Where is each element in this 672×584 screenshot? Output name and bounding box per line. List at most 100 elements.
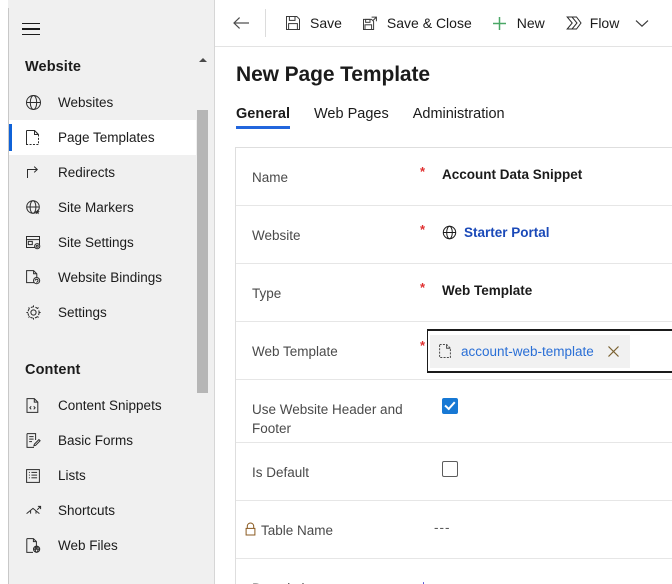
- back-arrow-icon[interactable]: [221, 3, 261, 43]
- command-bar: Save Save & Close: [215, 0, 672, 47]
- form-row-use-website-header-and-footer: Use Website Header and Footer: [236, 380, 672, 443]
- chevron-down-icon[interactable]: [628, 4, 656, 42]
- sidebar-nav: Website Websites: [9, 49, 215, 584]
- description-value[interactable]: ---: [442, 559, 672, 584]
- page-title: New Page Template: [215, 47, 672, 87]
- sidebar-scrollbar[interactable]: [196, 52, 208, 584]
- name-field-value[interactable]: Account Data Snippet: [442, 148, 672, 182]
- required-marker: [420, 380, 442, 398]
- form-row-web-template: Web Template * account-web-template: [236, 322, 672, 380]
- field-label: Name: [252, 148, 420, 187]
- save-button[interactable]: Save: [274, 4, 351, 42]
- is-default-checkbox[interactable]: [442, 461, 458, 477]
- form-row-type: Type * Web Template: [236, 264, 672, 322]
- tab-web-pages[interactable]: Web Pages: [314, 106, 389, 129]
- lookup-chip[interactable]: account-web-template: [430, 335, 630, 368]
- save-and-close-button-label: Save & Close: [387, 15, 472, 31]
- tab-list: General Web Pages Administration: [215, 99, 672, 129]
- form-row-website: Website * Starter Portal: [236, 206, 672, 264]
- sidebar-item-page-templates[interactable]: Page Templates: [9, 120, 201, 155]
- field-label: Use Website Header and Footer: [252, 380, 420, 438]
- field-label: Is Default: [252, 443, 420, 482]
- save-button-label: Save: [310, 15, 342, 31]
- sidebar-item-shortcuts[interactable]: Shortcuts: [9, 493, 201, 528]
- sidebar-item-content-snippets[interactable]: Content Snippets: [9, 388, 201, 423]
- sidebar-item-label: Content Snippets: [58, 399, 162, 413]
- website-field-value[interactable]: Starter Portal: [442, 206, 672, 240]
- sidebar-item-lists[interactable]: Lists: [9, 458, 201, 493]
- sidebar-item-site-settings[interactable]: Site Settings: [9, 225, 201, 260]
- web-file-icon: [25, 537, 47, 555]
- tab-general[interactable]: General: [236, 106, 290, 129]
- sidebar-item-basic-forms[interactable]: Basic Forms: [9, 423, 201, 458]
- web-template-field: account-web-template: [442, 322, 672, 344]
- flow-icon: [563, 13, 583, 33]
- use-website-header-footer-checkbox-cell: [442, 380, 672, 414]
- command-bar-divider: [265, 9, 266, 37]
- close-icon[interactable]: [600, 336, 628, 366]
- new-button-label: New: [517, 15, 545, 31]
- form-edit-icon: [25, 432, 47, 450]
- sidebar-item-label: Redirects: [58, 166, 115, 180]
- template-file-icon: [438, 343, 453, 359]
- flow-button[interactable]: Flow: [554, 4, 629, 42]
- form-row-is-default: Is Default: [236, 443, 672, 501]
- form-card: Name * Account Data Snippet Website * St…: [235, 147, 672, 584]
- required-marker: *: [420, 148, 442, 178]
- sidebar-item-label: Lists: [58, 469, 86, 483]
- table-name-label-text: Table Name: [261, 521, 333, 540]
- sidebar-item-label: Page Templates: [58, 131, 155, 145]
- sidebar-item-websites[interactable]: Websites: [9, 85, 201, 120]
- is-default-checkbox-cell: [442, 443, 672, 477]
- site-settings-icon: [25, 234, 47, 252]
- scroll-up-arrow[interactable]: [197, 52, 208, 68]
- sidebar-item-settings[interactable]: Settings: [9, 295, 201, 330]
- globe-icon: [442, 225, 457, 240]
- sidebar-item-label: Site Settings: [58, 236, 134, 250]
- save-close-icon: [360, 13, 380, 33]
- website-bindings-icon: [25, 269, 47, 287]
- field-label: Description: [252, 559, 420, 584]
- use-website-header-footer-checkbox[interactable]: [442, 398, 458, 414]
- globe-icon: [25, 94, 47, 112]
- required-marker: [420, 443, 442, 461]
- tab-administration[interactable]: Administration: [413, 106, 505, 129]
- sidebar-item-label: Web Files: [58, 539, 118, 553]
- redirect-arrow-icon: [25, 164, 47, 182]
- field-label: Web Template: [252, 322, 420, 361]
- sidebar-item-web-files[interactable]: Web Files: [9, 528, 201, 563]
- page-template-icon: [25, 129, 47, 147]
- sidebar-item-label: Websites: [58, 96, 113, 110]
- app-window: Website Websites: [0, 0, 672, 584]
- sidebar-item-label: Settings: [58, 306, 107, 320]
- sidebar-item-site-markers[interactable]: Site Markers: [9, 190, 201, 225]
- required-marker: *: [420, 264, 442, 294]
- field-label: Website: [252, 206, 420, 245]
- lock-icon: [244, 522, 257, 536]
- gear-icon: [25, 304, 47, 322]
- website-link-text: Starter Portal: [464, 225, 550, 240]
- required-marker: [412, 501, 434, 519]
- nav-group-title-content: Content: [9, 352, 201, 388]
- field-label: Type: [252, 264, 420, 303]
- sidebar-header: [9, 9, 214, 49]
- sidebar-item-website-bindings[interactable]: Website Bindings: [9, 260, 201, 295]
- type-field-value[interactable]: Web Template: [442, 264, 672, 298]
- required-marker: *: [420, 206, 442, 236]
- hamburger-icon[interactable]: [9, 9, 53, 49]
- web-template-lookup-input[interactable]: account-web-template: [427, 329, 672, 373]
- save-and-close-button[interactable]: Save & Close: [351, 4, 481, 42]
- save-icon: [283, 13, 303, 33]
- lookup-chip-text: account-web-template: [461, 344, 594, 359]
- plus-icon: [490, 13, 510, 33]
- sidebar-item-label: Site Markers: [58, 201, 134, 215]
- new-button[interactable]: New: [481, 4, 554, 42]
- sidebar-item-label: Website Bindings: [58, 271, 162, 285]
- sidebar: Website Websites: [0, 0, 215, 584]
- shortcut-icon: [25, 502, 47, 520]
- sidebar-item-redirects[interactable]: Redirects: [9, 155, 201, 190]
- table-name-value: ---: [434, 501, 672, 535]
- scrollbar-thumb[interactable]: [197, 110, 208, 393]
- form-row-description: Description + ---: [236, 559, 672, 584]
- code-file-icon: [25, 397, 47, 415]
